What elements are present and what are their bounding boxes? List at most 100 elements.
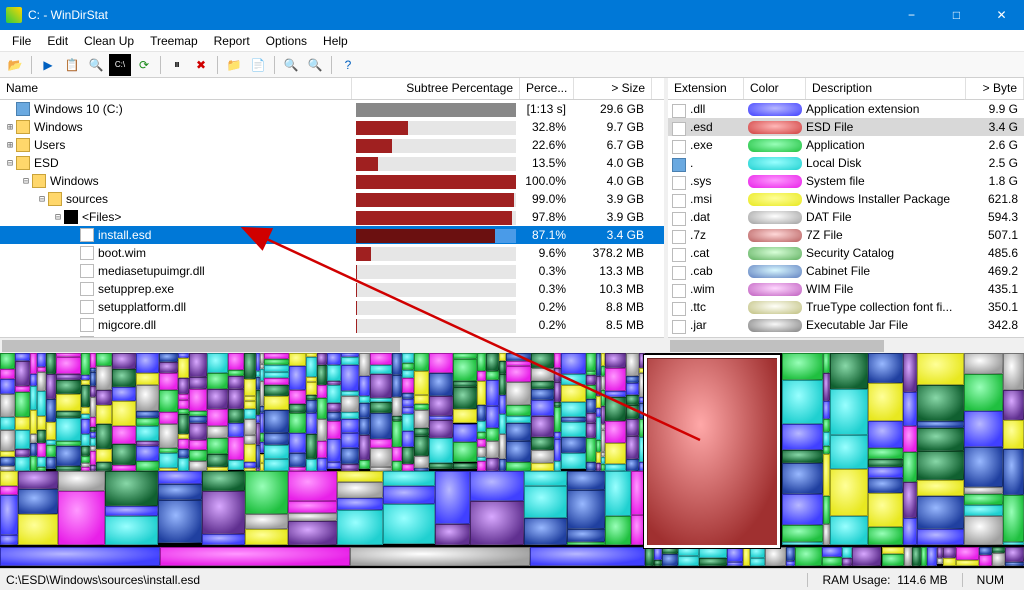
treemap-block[interactable] <box>383 486 435 504</box>
treemap-block[interactable] <box>189 440 207 450</box>
col-subtree[interactable]: Subtree Percentage <box>352 78 520 99</box>
treemap-block[interactable] <box>244 353 256 379</box>
menu-report[interactable]: Report <box>206 32 258 50</box>
treemap-block[interactable] <box>823 496 830 524</box>
treemap-block[interactable] <box>453 409 477 423</box>
treemap-block[interactable] <box>189 450 207 461</box>
treemap-block[interactable] <box>964 374 1004 411</box>
treemap-block[interactable] <box>359 435 370 460</box>
treemap-block[interactable] <box>30 374 37 386</box>
treemap-block[interactable] <box>486 371 499 380</box>
treemap-block[interactable] <box>288 513 338 522</box>
treemap-block[interactable] <box>852 547 882 566</box>
treemap-block[interactable] <box>56 418 81 442</box>
treemap-block[interactable] <box>202 534 245 545</box>
properties-button[interactable]: 📄 <box>247 54 269 76</box>
tree-row[interactable]: ⊞Users22.6%6.7 GB <box>0 136 664 154</box>
treemap[interactable] <box>0 353 1024 568</box>
treemap-block[interactable] <box>586 353 596 371</box>
treemap-block[interactable] <box>317 353 328 365</box>
treemap-block[interactable] <box>402 353 414 363</box>
treemap-block[interactable] <box>81 434 90 446</box>
tree-row[interactable]: ⊟<Files>97.8%3.9 GB <box>0 208 664 226</box>
menu-edit[interactable]: Edit <box>39 32 76 50</box>
treemap-block[interactable] <box>46 445 56 457</box>
ext-row[interactable]: .wimWIM File435.1 <box>668 280 1024 298</box>
treemap-block[interactable] <box>244 379 256 397</box>
treemap-block[interactable] <box>81 419 90 434</box>
treemap-block[interactable] <box>0 430 15 451</box>
treemap-block[interactable] <box>402 447 414 464</box>
menu-help[interactable]: Help <box>315 32 356 50</box>
ext-hscroll[interactable] <box>668 337 1024 353</box>
treemap-block[interactable] <box>96 366 112 390</box>
tree-row[interactable]: ⊟Windows100.0%4.0 GB <box>0 172 664 190</box>
treemap-block[interactable] <box>631 515 645 545</box>
treemap-block[interactable] <box>626 459 639 471</box>
treemap-block[interactable] <box>81 353 90 375</box>
treemap-block[interactable] <box>823 432 830 446</box>
treemap-block[interactable] <box>414 436 429 456</box>
treemap-block[interactable] <box>530 547 645 566</box>
treemap-block[interactable] <box>15 430 30 449</box>
treemap-block[interactable] <box>0 535 18 545</box>
treemap-block[interactable] <box>392 421 402 447</box>
treemap-block[interactable] <box>228 376 244 388</box>
tree-row[interactable]: install.esd87.1%3.4 GB <box>0 226 664 244</box>
treemap-block[interactable] <box>158 500 201 543</box>
treemap-block[interactable] <box>228 460 244 469</box>
treemap-block[interactable] <box>370 365 392 374</box>
treemap-block[interactable] <box>46 374 56 399</box>
treemap-block[interactable] <box>15 386 30 393</box>
treemap-block[interactable] <box>782 380 823 424</box>
treemap-block[interactable] <box>288 501 338 513</box>
treemap-block[interactable] <box>477 432 485 439</box>
treemap-block[interactable] <box>207 373 228 390</box>
treemap-block[interactable] <box>499 434 507 458</box>
tree-row[interactable]: boot.wim9.6%378.2 MB <box>0 244 664 262</box>
treemap-block[interactable] <box>868 493 903 527</box>
treemap-block[interactable] <box>159 353 177 362</box>
treemap-block[interactable] <box>81 456 90 463</box>
treemap-block[interactable] <box>112 353 136 369</box>
treemap-block[interactable] <box>15 449 30 457</box>
treemap-block[interactable] <box>402 378 414 393</box>
treemap-block[interactable] <box>561 374 586 385</box>
treemap-block[interactable] <box>228 409 244 423</box>
treemap-block[interactable] <box>245 471 288 514</box>
treemap-block[interactable] <box>453 463 477 470</box>
expand-icon[interactable]: ⊞ <box>4 122 16 133</box>
treemap-block[interactable] <box>477 381 485 405</box>
treemap-block[interactable] <box>699 558 727 566</box>
treemap-block[interactable] <box>727 547 743 562</box>
tree-row[interactable]: migcore.dll0.2%8.5 MB <box>0 316 664 334</box>
new-folder-button[interactable]: 📁 <box>223 54 245 76</box>
treemap-block[interactable] <box>0 369 15 378</box>
treemap-block[interactable] <box>964 516 1004 545</box>
treemap-block[interactable] <box>956 547 980 560</box>
treemap-block[interactable] <box>178 400 189 409</box>
treemap-block[interactable] <box>626 353 639 376</box>
treemap-block[interactable] <box>727 562 743 566</box>
col-description[interactable]: Description <box>806 78 966 99</box>
treemap-block[interactable] <box>937 547 944 558</box>
close-button[interactable]: ✕ <box>979 0 1024 30</box>
treemap-block[interactable] <box>903 426 917 452</box>
treemap-block[interactable] <box>37 353 46 367</box>
treemap-block[interactable] <box>370 374 392 398</box>
treemap-block[interactable] <box>244 444 256 463</box>
treemap-block[interactable] <box>506 416 530 423</box>
treemap-block[interactable] <box>506 462 530 471</box>
treemap-block[interactable] <box>341 419 359 433</box>
treemap-block[interactable] <box>306 413 316 434</box>
treemap-block[interactable] <box>561 437 586 453</box>
treemap-block[interactable] <box>158 543 201 545</box>
treemap-block[interactable] <box>917 529 964 545</box>
treemap-block[interactable] <box>359 376 370 395</box>
treemap-block[interactable] <box>992 553 1004 566</box>
treemap-block[interactable] <box>159 373 177 390</box>
treemap-block[interactable] <box>561 385 586 403</box>
treemap-block[interactable] <box>159 362 177 373</box>
treemap-block[interactable] <box>392 447 402 461</box>
treemap-block[interactable] <box>414 456 429 468</box>
